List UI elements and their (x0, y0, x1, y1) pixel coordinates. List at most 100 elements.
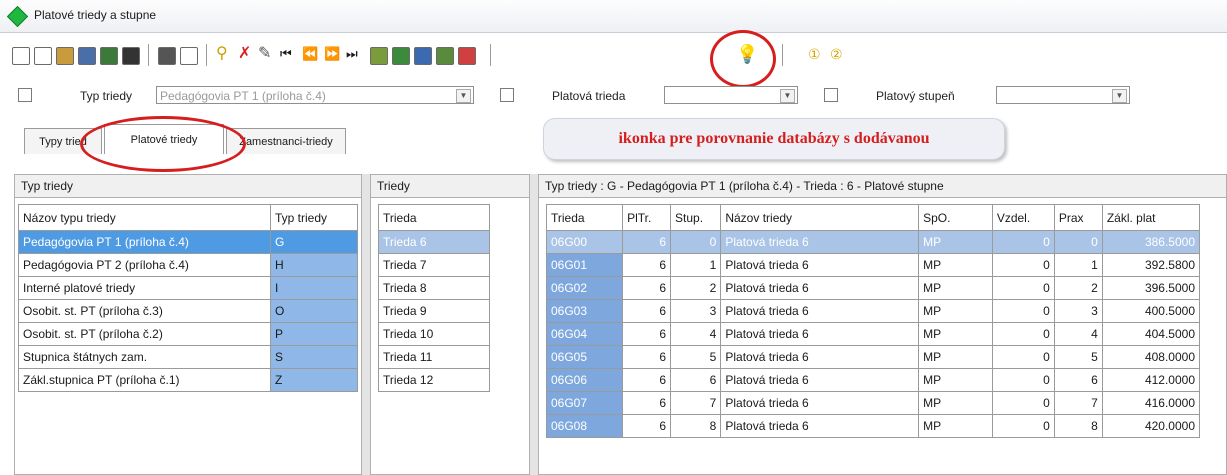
export-icon[interactable] (392, 47, 410, 65)
highlight-circle (710, 30, 776, 88)
table-row[interactable]: Trieda 11 (378, 345, 490, 369)
column-header[interactable]: Stup. (670, 204, 722, 231)
table-row[interactable]: 06G06 6 6 Platová trieda 6 MP 0 6 412.0000 (545, 368, 1201, 392)
cell: 6 (622, 253, 672, 277)
table-row[interactable]: Osobit. st. PT (príloha č.3) O (18, 299, 358, 323)
cell: 06G07 (545, 391, 624, 415)
cell: 6 (622, 230, 672, 254)
panel-header: Typ triedy (15, 175, 361, 198)
edit-icon[interactable]: ✎ (258, 44, 271, 64)
help-two-icon[interactable]: ② (830, 44, 843, 64)
table-row[interactable]: 06G02 6 2 Platová trieda 6 MP 0 2 396.5000 (545, 276, 1201, 300)
cell: P (270, 322, 358, 346)
cell: 392.5800 (1101, 253, 1201, 277)
print-icon[interactable] (158, 47, 176, 65)
table-row[interactable]: 06G01 6 1 Platová trieda 6 MP 0 1 392.5800 (545, 253, 1201, 277)
panel-splitter[interactable] (530, 174, 538, 475)
panel-header: Typ triedy : G - Pedagógovia PT 1 (prílo… (539, 175, 1226, 198)
table-row[interactable]: 06G00 6 0 Platová trieda 6 MP 0 0 386.5000 (545, 230, 1201, 254)
chevron-down-icon[interactable]: ▼ (780, 89, 795, 103)
cell: MP (918, 391, 993, 415)
column-header[interactable]: SpO. (918, 204, 993, 231)
cell: Platová trieda 6 (720, 230, 920, 254)
table-row[interactable]: Trieda 8 (378, 276, 490, 300)
cell: 0 (991, 299, 1055, 323)
cell: MP (918, 253, 993, 277)
chevron-down-icon[interactable]: ▼ (1112, 89, 1127, 103)
preview-icon[interactable] (180, 47, 198, 65)
column-header[interactable]: Typ triedy (270, 204, 358, 231)
table-row[interactable]: Pedagógovia PT 2 (príloha č.4) H (18, 253, 358, 277)
refresh-icon[interactable] (370, 47, 388, 65)
column-header[interactable]: PlTr. (622, 204, 672, 231)
table-row[interactable]: Trieda 7 (378, 253, 490, 277)
table-row[interactable]: 06G04 6 4 Platová trieda 6 MP 0 4 404.5000 (545, 322, 1201, 346)
cell: 2 (670, 276, 722, 300)
column-header[interactable]: Prax (1053, 204, 1103, 231)
cell: 408.0000 (1101, 345, 1201, 369)
filter-icon[interactable]: ⚲ (216, 44, 228, 64)
column-header[interactable]: Trieda (545, 204, 624, 231)
cell: 06G02 (545, 276, 624, 300)
column-header[interactable]: Trieda (378, 204, 490, 231)
cell: 06G03 (545, 299, 624, 323)
new-record-icon[interactable] (12, 47, 30, 65)
column-header[interactable]: Zákl. plat (1101, 204, 1201, 231)
table-row[interactable]: 06G07 6 7 Platová trieda 6 MP 0 7 416.0000 (545, 391, 1201, 415)
cell: 412.0000 (1101, 368, 1201, 392)
panel-splitter[interactable] (362, 174, 370, 475)
settings-icon[interactable] (458, 47, 476, 65)
column-header[interactable]: Názov typu triedy (18, 204, 271, 231)
cell: Osobit. st. PT (príloha č.3) (18, 299, 271, 323)
toolbar-separator (782, 44, 783, 66)
cell: 0 (991, 414, 1055, 438)
table-row[interactable]: Stupnica štátnych zam. S (18, 345, 358, 369)
binoculars-icon[interactable] (56, 47, 74, 65)
import-icon[interactable] (414, 47, 432, 65)
cancel-filter-icon[interactable]: ✗ (238, 44, 251, 64)
platova-trieda-checkbox[interactable] (500, 88, 514, 102)
cell: 06G08 (545, 414, 624, 438)
cell: MP (918, 345, 993, 369)
cell: 3 (670, 299, 722, 323)
cell: Stupnica štátnych zam. (18, 345, 271, 369)
column-header[interactable]: Vzdel. (991, 204, 1055, 231)
table-row[interactable]: 06G08 6 8 Platová trieda 6 MP 0 8 420.0000 (545, 414, 1201, 438)
delete-icon[interactable] (122, 47, 140, 65)
last-record-icon[interactable]: ⏭ (346, 44, 358, 64)
table-row[interactable]: Interné platové triedy I (18, 276, 358, 300)
cell: MP (918, 299, 993, 323)
platovy-stupen-checkbox[interactable] (824, 88, 838, 102)
table-row[interactable]: Zákl.stupnica PT (príloha č.1) Z (18, 368, 358, 392)
grid-add-icon[interactable] (100, 47, 118, 65)
cell: 06G05 (545, 345, 624, 369)
table-row[interactable]: 06G05 6 5 Platová trieda 6 MP 0 5 408.0000 (545, 345, 1201, 369)
next-record-icon[interactable]: ⏩ (324, 44, 340, 64)
chevron-down-icon[interactable]: ▼ (456, 89, 471, 103)
cell: 0 (670, 230, 722, 254)
cell: 1 (670, 253, 722, 277)
column-header[interactable]: Názov triedy (720, 204, 920, 231)
cell: 0 (991, 253, 1055, 277)
platova-trieda-combo[interactable]: ▼ (664, 86, 798, 104)
window-titlebar: Platové triedy a stupne (0, 0, 1227, 33)
previous-record-icon[interactable]: ⏪ (302, 44, 318, 64)
table-row[interactable]: 06G03 6 3 Platová trieda 6 MP 0 3 400.5000 (545, 299, 1201, 323)
typ-triedy-checkbox[interactable] (18, 88, 32, 102)
platovy-stupen-combo[interactable]: ▼ (996, 86, 1130, 104)
table-row[interactable]: Trieda 12 (378, 368, 490, 392)
table-row[interactable]: Trieda 10 (378, 322, 490, 346)
globe-icon[interactable] (436, 47, 454, 65)
table-row[interactable]: Osobit. st. PT (príloha č.2) P (18, 322, 358, 346)
help-one-icon[interactable]: ① (808, 44, 821, 64)
typ-triedy-combo[interactable]: Pedagógovia PT 1 (príloha č.4) ▼ (156, 86, 474, 104)
table-row[interactable]: Trieda 9 (378, 299, 490, 323)
cell: 400.5000 (1101, 299, 1201, 323)
table-row[interactable]: Pedagógovia PT 1 (príloha č.4) G (18, 230, 358, 254)
triedy-grid: Trieda Trieda 6 Trieda 7 Trieda 8 Trieda… (378, 204, 490, 392)
table-row[interactable]: Trieda 6 (378, 230, 490, 254)
grid-icon[interactable] (78, 47, 96, 65)
cell: MP (918, 230, 993, 254)
first-record-icon[interactable]: ⏮ (280, 44, 292, 64)
copy-record-icon[interactable] (34, 47, 52, 65)
